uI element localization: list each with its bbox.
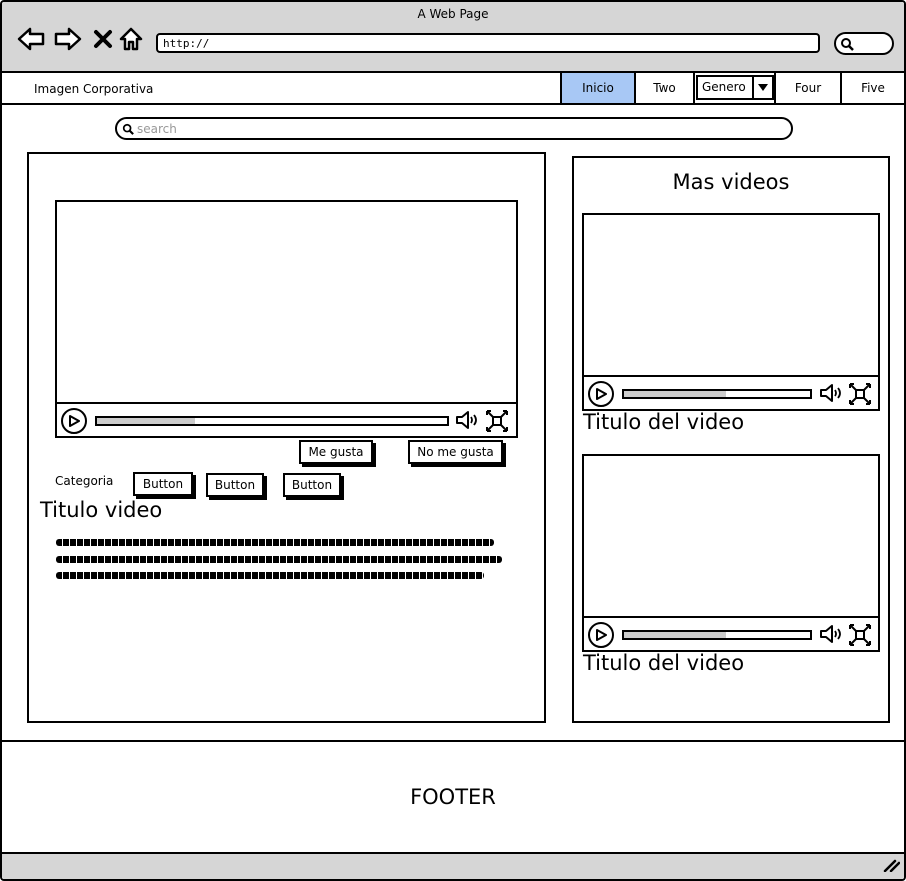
play-icon[interactable] xyxy=(61,408,87,434)
back-arrow-icon[interactable] xyxy=(16,24,46,54)
video-progress-fill xyxy=(97,418,195,424)
main-video-player[interactable] xyxy=(55,200,518,438)
description-text-line xyxy=(56,539,494,546)
footer-text: FOOTER xyxy=(410,785,496,809)
tab-inicio[interactable]: Inicio xyxy=(560,73,634,103)
fullscreen-icon[interactable] xyxy=(485,409,509,437)
top-navbar: Imagen Corporativa Inicio Two Genero Fou… xyxy=(2,73,904,105)
resize-grip-icon[interactable] xyxy=(882,857,901,876)
more-videos-panel: Mas videos Titulo del video Titulo del v… xyxy=(572,156,890,723)
genero-select-value: Genero xyxy=(702,80,746,94)
volume-icon[interactable] xyxy=(819,383,845,407)
category-label: Categoria xyxy=(55,474,114,488)
search-icon xyxy=(122,123,134,135)
tab-five[interactable]: Five xyxy=(840,73,904,103)
browser-chrome: A Web Page http:// xyxy=(2,2,904,73)
more-videos-heading: Mas videos xyxy=(672,170,790,194)
video-progress-bar[interactable] xyxy=(622,630,812,640)
tab-two[interactable]: Two xyxy=(634,73,693,103)
genero-select-box[interactable]: Genero xyxy=(696,75,774,100)
side-video-title-1[interactable]: Titulo del video xyxy=(583,410,744,434)
dislike-button[interactable]: No me gusta xyxy=(408,440,503,464)
video-progress-fill xyxy=(624,632,727,638)
fullscreen-icon[interactable] xyxy=(848,623,872,651)
play-icon[interactable] xyxy=(588,381,614,407)
video-controls xyxy=(584,375,878,409)
volume-icon[interactable] xyxy=(455,410,481,434)
page-footer: FOOTER xyxy=(2,740,904,854)
browser-window: A Web Page http:// Imagen Corporativa In… xyxy=(0,0,906,881)
nav-tabs: Inicio Two Genero Four Five xyxy=(560,73,904,103)
chevron-down-icon[interactable] xyxy=(752,77,772,98)
forward-arrow-icon[interactable] xyxy=(53,24,83,54)
tab-four[interactable]: Four xyxy=(774,73,840,103)
brand-logo-text: Imagen Corporativa xyxy=(34,82,154,96)
side-video-player-2[interactable] xyxy=(582,454,880,652)
volume-icon[interactable] xyxy=(819,624,845,648)
video-title: Titulo video xyxy=(40,498,163,522)
category-button-3[interactable]: Button xyxy=(283,473,341,497)
category-button-2[interactable]: Button xyxy=(206,473,264,497)
description-text-line xyxy=(56,572,484,579)
side-video-player-1[interactable] xyxy=(582,213,880,411)
browser-status-bar xyxy=(2,854,904,879)
genero-select[interactable]: Genero xyxy=(693,73,774,103)
side-video-title-2[interactable]: Titulo del video xyxy=(583,651,744,675)
home-icon[interactable] xyxy=(116,24,146,54)
play-icon[interactable] xyxy=(588,622,614,648)
video-progress-bar[interactable] xyxy=(95,416,449,426)
like-button[interactable]: Me gusta xyxy=(299,440,373,464)
category-button-1[interactable]: Button xyxy=(133,472,193,496)
description-text-line xyxy=(56,556,502,563)
page-search-box[interactable] xyxy=(115,117,793,140)
search-input[interactable] xyxy=(137,120,777,138)
close-x-icon[interactable] xyxy=(88,24,118,54)
video-controls xyxy=(57,402,516,436)
search-icon xyxy=(841,38,854,51)
video-progress-fill xyxy=(624,391,727,397)
window-title: A Web Page xyxy=(417,7,489,21)
fullscreen-icon[interactable] xyxy=(848,382,872,410)
url-input[interactable]: http:// xyxy=(156,33,820,53)
video-progress-bar[interactable] xyxy=(622,389,812,399)
video-controls xyxy=(584,616,878,650)
main-video-panel: Me gusta No me gusta Categoria Button Bu… xyxy=(27,152,546,723)
browser-search-box[interactable] xyxy=(834,32,894,55)
